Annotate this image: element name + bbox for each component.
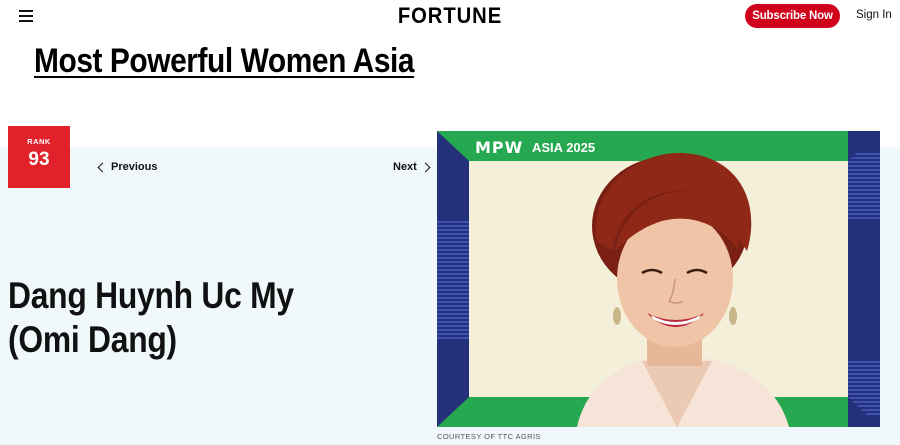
- next-link[interactable]: Next: [393, 161, 431, 173]
- profile-photo: MPW ASIA 2025: [437, 131, 880, 427]
- chevron-right-icon: [420, 162, 431, 173]
- previous-label: Previous: [111, 161, 158, 173]
- previous-link[interactable]: Previous: [97, 161, 158, 173]
- hamburger-menu-icon[interactable]: [19, 10, 33, 22]
- next-label: Next: [393, 161, 417, 173]
- sign-in-link[interactable]: Sign In: [856, 9, 892, 21]
- badge-asia-text: ASIA 2025: [532, 140, 595, 155]
- rank-badge: RANK 93: [8, 126, 70, 188]
- page-title[interactable]: Most Powerful Women Asia: [34, 42, 415, 81]
- photo-credit: COURTESY OF TTC AGRIS: [437, 432, 541, 441]
- subscribe-button[interactable]: Subscribe Now: [745, 4, 840, 28]
- mpw-logo-text: MPW: [475, 138, 523, 157]
- top-navigation-bar: FORTUNE Subscribe Now Sign In: [0, 0, 900, 34]
- rank-label: RANK: [27, 137, 51, 146]
- chevron-left-icon: [97, 162, 108, 173]
- fortune-logo[interactable]: FORTUNE: [386, 3, 515, 29]
- person-name: Dang Huynh Uc My (Omi Dang): [8, 275, 294, 360]
- rank-number: 93: [28, 149, 50, 170]
